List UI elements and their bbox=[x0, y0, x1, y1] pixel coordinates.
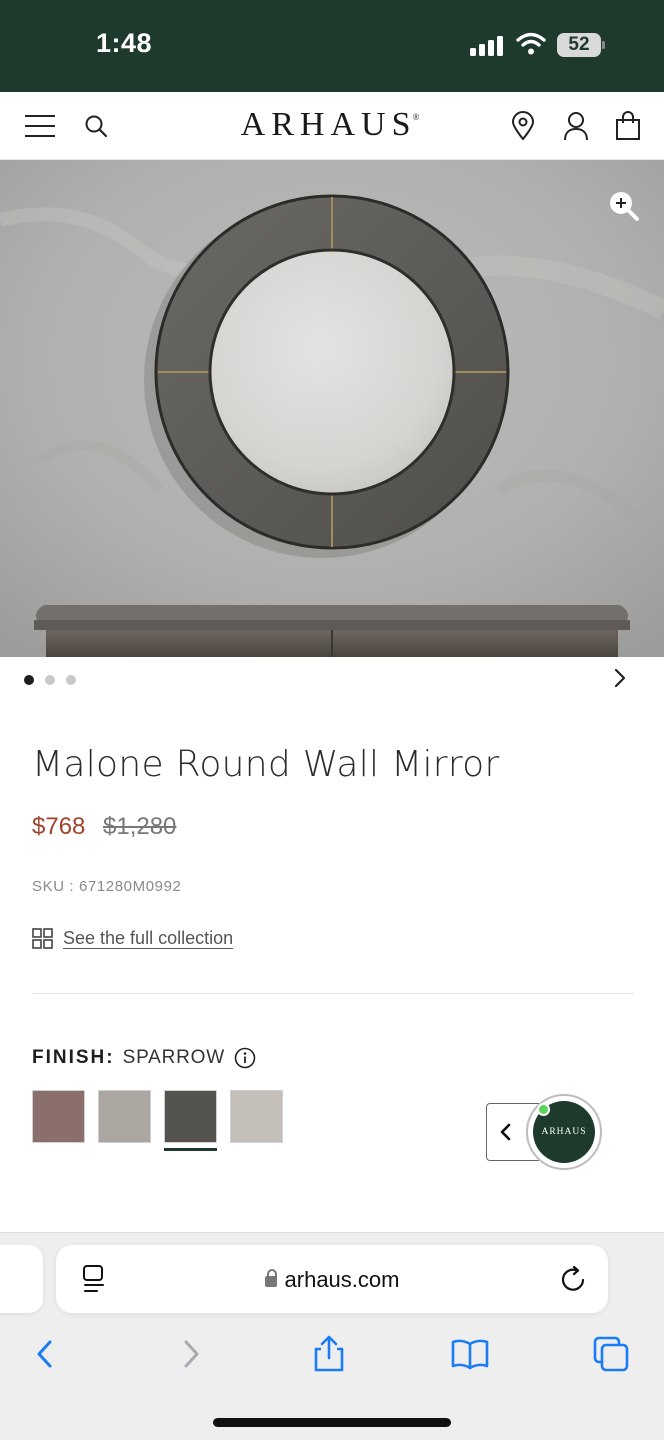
battery-cap bbox=[602, 41, 605, 49]
zoom-icon[interactable] bbox=[606, 188, 640, 222]
site-header: ARHAUS® bbox=[0, 92, 664, 160]
finish-selected-value: SPARROW bbox=[122, 1047, 225, 1068]
see-collection-link[interactable]: See the full collection bbox=[32, 928, 233, 949]
account-icon[interactable] bbox=[558, 108, 594, 144]
battery-indicator: 52 bbox=[557, 33, 601, 57]
mirror-photo bbox=[0, 160, 664, 657]
finish-key: FINISH: bbox=[32, 1047, 115, 1068]
home-indicator bbox=[213, 1418, 451, 1427]
finish-label: FINISH: SPARROW bbox=[32, 1047, 256, 1069]
info-icon[interactable] bbox=[234, 1047, 256, 1069]
product-image[interactable] bbox=[0, 160, 664, 657]
status-bar: 1:48 52 bbox=[0, 0, 664, 92]
cellular-signal-icon bbox=[470, 34, 506, 56]
location-pin-icon[interactable] bbox=[505, 108, 541, 144]
carousel-dot-1[interactable] bbox=[24, 675, 34, 685]
address-bar[interactable]: arhaus.com bbox=[56, 1245, 608, 1313]
carousel-dot-3[interactable] bbox=[66, 675, 76, 685]
finish-swatch-2[interactable] bbox=[98, 1090, 151, 1143]
collection-link-text: See the full collection bbox=[63, 928, 234, 948]
forward-icon[interactable] bbox=[170, 1334, 210, 1374]
lock-icon bbox=[264, 1269, 277, 1287]
url-text: arhaus.com bbox=[284, 1267, 400, 1292]
tabs-icon[interactable] bbox=[591, 1334, 631, 1374]
logo-text: ARHAUS bbox=[240, 106, 417, 143]
carousel-dots bbox=[24, 675, 76, 685]
selected-swatch-indicator bbox=[164, 1148, 217, 1151]
url-display: arhaus.com bbox=[56, 1267, 608, 1293]
wifi-icon bbox=[516, 32, 546, 55]
product-title: Malone Round Wall Mirror bbox=[32, 744, 500, 785]
chat-online-indicator bbox=[537, 1103, 550, 1116]
section-divider bbox=[32, 993, 634, 994]
product-sku: SKU : 671280M0992 bbox=[32, 878, 182, 895]
back-icon[interactable] bbox=[26, 1334, 66, 1374]
finish-swatch-1[interactable] bbox=[32, 1090, 85, 1143]
shopping-bag-icon[interactable] bbox=[610, 108, 646, 144]
original-price: $1,280 bbox=[103, 813, 177, 840]
carousel-dot-2[interactable] bbox=[45, 675, 55, 685]
status-time: 1:48 bbox=[96, 28, 153, 58]
share-icon[interactable] bbox=[309, 1334, 349, 1374]
bookmarks-icon[interactable] bbox=[450, 1334, 490, 1374]
finish-swatch-sparrow[interactable] bbox=[164, 1090, 217, 1143]
reload-icon[interactable] bbox=[559, 1264, 589, 1294]
registered-mark: ® bbox=[412, 112, 420, 122]
chevron-left-icon bbox=[500, 1123, 511, 1141]
grid-icon bbox=[32, 928, 53, 949]
finish-swatch-4[interactable] bbox=[230, 1090, 283, 1143]
sale-price: $768 bbox=[32, 813, 86, 840]
carousel-next-icon[interactable] bbox=[606, 664, 634, 692]
previous-tab-preview[interactable] bbox=[0, 1245, 43, 1313]
reader-mode-icon[interactable] bbox=[80, 1264, 108, 1294]
